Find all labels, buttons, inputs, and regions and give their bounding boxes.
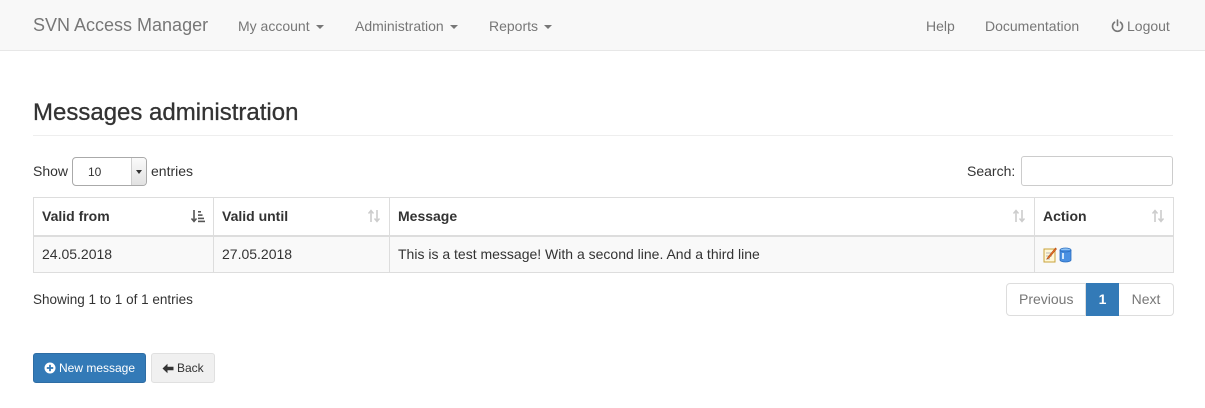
length-show-label: Show <box>33 163 69 179</box>
column-label: Valid until <box>222 208 289 225</box>
pagination-previous-button[interactable]: Previous <box>1006 283 1086 316</box>
column-label: Action <box>1043 208 1087 225</box>
cell-actions <box>1034 235 1174 273</box>
pagination: Previous 1 Next <box>1006 283 1174 316</box>
nav-reports-label: Reports <box>489 18 539 34</box>
nav-logout-label: Logout <box>1127 18 1170 34</box>
nav-administration-label: Administration <box>355 18 444 34</box>
back-label: Back <box>177 361 204 375</box>
power-icon <box>1111 19 1124 33</box>
edit-icon[interactable] <box>1043 247 1057 263</box>
pagination-next-button[interactable]: Next <box>1119 283 1174 316</box>
entries-per-page-select[interactable]: 10 <box>72 157 147 186</box>
messages-table: Valid from Valid until Message Action 24… <box>33 197 1174 273</box>
page-title: Messages administration <box>33 99 299 126</box>
column-header-valid-until[interactable]: Valid until <box>213 197 390 237</box>
arrow-left-icon <box>162 363 174 374</box>
nav-my-account-label: My account <box>238 18 310 34</box>
pagination-page-1-button[interactable]: 1 <box>1086 283 1119 316</box>
entries-per-page-value: 10 <box>88 165 102 179</box>
nav-reports-dropdown[interactable]: Reports <box>489 17 553 35</box>
length-entries-label: entries <box>151 163 194 179</box>
cell-valid-from: 24.05.2018 <box>33 235 214 273</box>
column-header-message[interactable]: Message <box>389 197 1035 237</box>
sort-both-icon <box>1012 209 1026 223</box>
select-arrow-icon <box>131 158 146 185</box>
cell-message: This is a test message! With a second li… <box>389 235 1035 273</box>
search-input[interactable] <box>1021 156 1173 186</box>
new-message-button[interactable]: New message <box>33 353 146 383</box>
column-header-valid-from[interactable]: Valid from <box>33 197 214 237</box>
brand-link[interactable]: SVN Access Manager <box>33 15 208 35</box>
title-divider <box>33 135 1173 136</box>
nav-administration-dropdown[interactable]: Administration <box>355 17 458 35</box>
table-header-row: Valid from Valid until Message Action <box>33 197 1174 237</box>
nav-help-link[interactable]: Help <box>926 17 955 35</box>
plus-circle-icon <box>44 362 56 374</box>
search-label: Search: <box>967 163 1016 179</box>
caret-down-icon <box>544 25 553 30</box>
table-row: 24.05.2018 27.05.2018 This is a test mes… <box>33 235 1174 273</box>
cell-valid-until: 27.05.2018 <box>213 235 390 273</box>
top-navbar: SVN Access Manager My account Administra… <box>0 0 1205 51</box>
column-label: Message <box>398 208 458 225</box>
column-header-action[interactable]: Action <box>1034 197 1174 237</box>
sort-ascending-icon <box>191 210 205 223</box>
caret-down-icon <box>315 25 324 30</box>
caret-down-icon <box>449 25 458 30</box>
sort-both-icon <box>367 209 381 223</box>
nav-documentation-link[interactable]: Documentation <box>985 17 1079 35</box>
nav-my-account-dropdown[interactable]: My account <box>238 17 324 35</box>
column-label: Valid from <box>42 208 110 225</box>
new-message-label: New message <box>59 361 136 375</box>
back-button[interactable]: Back <box>151 353 215 383</box>
sort-both-icon <box>1151 209 1165 223</box>
delete-icon[interactable] <box>1059 247 1072 263</box>
table-info: Showing 1 to 1 of 1 entries <box>33 292 193 307</box>
nav-logout-link[interactable]: Logout <box>1111 17 1170 35</box>
